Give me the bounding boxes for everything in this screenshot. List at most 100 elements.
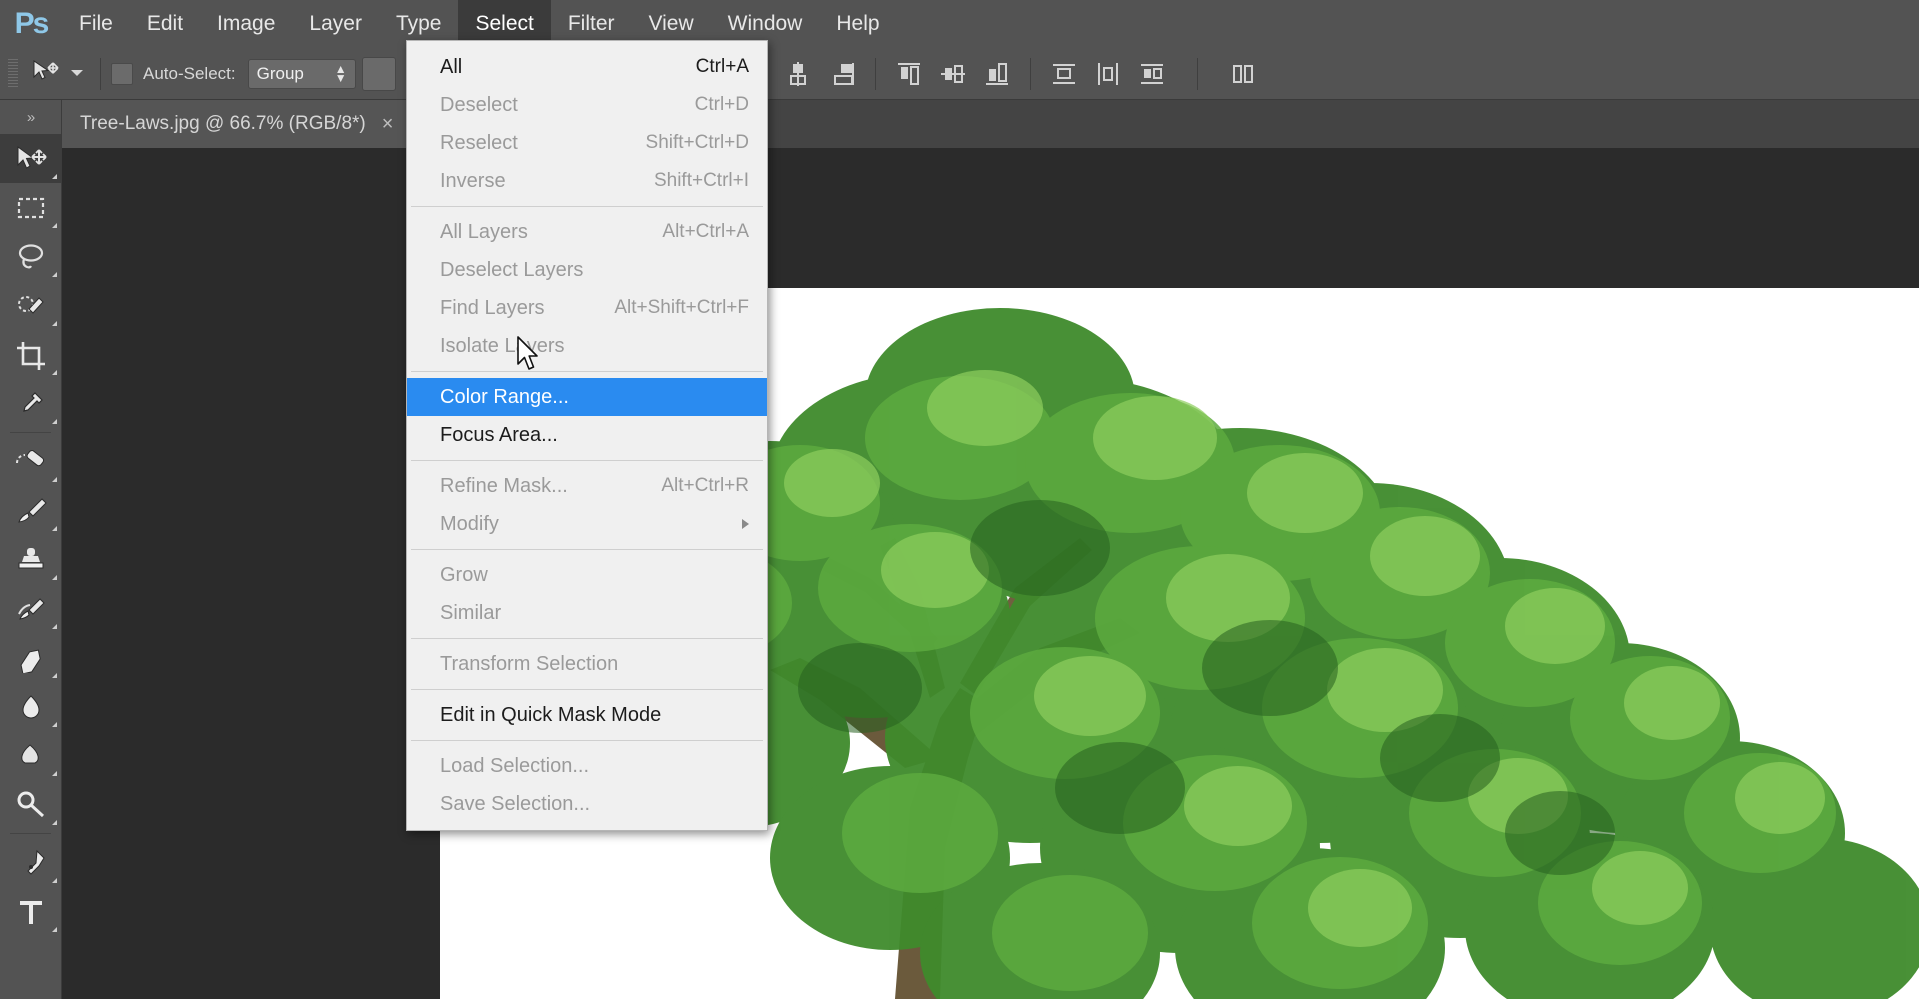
tool-more-indicator-icon [52, 419, 57, 424]
menubar-item-file[interactable]: File [62, 0, 130, 48]
menubar-item-edit[interactable]: Edit [130, 0, 200, 48]
tool-more-indicator-icon [52, 624, 57, 629]
submenu-arrow-icon [742, 519, 749, 529]
menu-item-shortcut: Alt+Ctrl+A [662, 221, 749, 243]
menu-item-label: Inverse [440, 170, 506, 193]
stepper-arrows-icon[interactable]: ▲▼ [335, 65, 347, 83]
menu-item-isolate-layers[interactable]: Isolate Layers [407, 327, 767, 365]
tool-more-indicator-icon [52, 223, 57, 228]
menu-item-find-layers[interactable]: Find LayersAlt+Shift+Ctrl+F [407, 289, 767, 327]
menu-item-similar[interactable]: Similar [407, 594, 767, 632]
select-menu-dropdown[interactable]: All Ctrl+A DeselectCtrl+D Reselect Shift+Ctr… [406, 40, 768, 831]
menu-item-shortcut: Shift+Ctrl+D [646, 132, 749, 154]
tool-eyedropper[interactable] [0, 379, 61, 428]
tool-move[interactable] [0, 134, 61, 183]
menu-item-grow[interactable]: Grow [407, 556, 767, 594]
menu-item-inverse[interactable]: Inverse Shift+Ctrl+I [407, 162, 767, 200]
tool-more-indicator-icon [52, 771, 57, 776]
tool-eraser[interactable] [0, 633, 61, 682]
menu-item-all-layers[interactable]: All LayersAlt+Ctrl+A [407, 213, 767, 251]
menu-item-deselect[interactable]: DeselectCtrl+D [407, 86, 767, 124]
menu-item-label: Transform Selection [440, 653, 618, 676]
align-vertical-centers-icon[interactable] [938, 59, 968, 89]
distribute-top-edges-icon[interactable] [1049, 59, 1079, 89]
menu-item-reselect[interactable]: Reselect Shift+Ctrl+D [407, 124, 767, 162]
tool-brush[interactable] [0, 486, 61, 535]
menu-item-color-range[interactable]: Color Range... [407, 378, 767, 416]
tool-type[interactable] [0, 887, 61, 936]
document-tab[interactable]: Tree-Laws.jpg @ 66.7% (RGB/8*) × [62, 100, 410, 148]
menu-item-all[interactable]: All Ctrl+A [407, 48, 767, 86]
auto-select-scope-dropdown[interactable]: Group ▲▼ [248, 59, 356, 89]
menu-item-label: Deselect Layers [440, 259, 583, 282]
menu-item-shortcut: Alt+Ctrl+R [661, 475, 749, 497]
menubar-item-layer[interactable]: Layer [292, 0, 379, 48]
menu-item-shortcut: Ctrl+A [696, 56, 749, 78]
show-transform-controls-button[interactable] [362, 57, 396, 91]
menu-item-transform-selection[interactable]: Transform Selection [407, 645, 767, 683]
photoshop-logo-icon: Ps [0, 0, 62, 48]
menu-separator [411, 689, 763, 690]
menu-item-label: Isolate Layers [440, 335, 565, 358]
active-tool-preset-picker[interactable] [24, 58, 90, 89]
menu-item-deselect-layers[interactable]: Deselect Layers [407, 251, 767, 289]
tools-divider [10, 432, 51, 433]
align-distribute-toolbar [739, 58, 1258, 90]
menu-item-modify[interactable]: Modify [407, 505, 767, 543]
options-divider [100, 58, 101, 90]
tool-healing-brush[interactable] [0, 437, 61, 486]
distribute-vertical-centers-icon[interactable] [1093, 59, 1123, 89]
menu-item-shortcut: Shift+Ctrl+I [654, 170, 749, 192]
chevron-down-icon[interactable] [70, 65, 84, 83]
menu-item-refine-mask[interactable]: Refine Mask...Alt+Ctrl+R [407, 467, 767, 505]
menubar-item-image[interactable]: Image [200, 0, 292, 48]
align-divider-3 [1197, 58, 1198, 90]
align-divider-2 [1030, 58, 1031, 90]
menu-item-edit-in-quick-mask-mode[interactable]: Edit in Quick Mask Mode [407, 696, 767, 734]
menu-item-label: Grow [440, 564, 488, 587]
align-distribute-more-icon[interactable] [1228, 59, 1258, 89]
menu-bar: Ps FileEditImageLayerTypeSelectFilterVie… [0, 0, 1919, 48]
tool-more-indicator-icon [52, 575, 57, 580]
menu-item-label: All [440, 56, 462, 79]
menubar-item-help[interactable]: Help [819, 0, 896, 48]
menu-item-label: Find Layers [440, 297, 545, 320]
tool-clone-stamp[interactable] [0, 535, 61, 584]
tool-quick-selection[interactable] [0, 281, 61, 330]
options-bar-grip[interactable] [8, 59, 18, 89]
tool-more-indicator-icon [52, 526, 57, 531]
align-right-edges-icon[interactable] [827, 59, 857, 89]
canvas-workspace[interactable]: ZC [62, 148, 1919, 999]
menu-item-label: Save Selection... [440, 793, 590, 816]
auto-select-scope-value: Group [257, 64, 304, 84]
menu-item-label: Edit in Quick Mask Mode [440, 704, 661, 727]
menu-separator [411, 740, 763, 741]
tool-history-brush[interactable] [0, 584, 61, 633]
menu-item-label: Reselect [440, 132, 518, 155]
tool-dodge[interactable] [0, 780, 61, 829]
tool-more-indicator-icon [52, 722, 57, 727]
tool-pen[interactable] [0, 838, 61, 887]
tool-more-indicator-icon [52, 321, 57, 326]
mouse-cursor-icon [516, 336, 542, 379]
auto-select-checkbox[interactable] [111, 63, 133, 85]
tool-lasso[interactable] [0, 232, 61, 281]
close-icon[interactable]: × [382, 114, 394, 134]
align-horizontal-centers-icon[interactable] [783, 59, 813, 89]
menu-item-label: Modify [440, 513, 499, 536]
menu-item-focus-area[interactable]: Focus Area... [407, 416, 767, 454]
align-bottom-edges-icon[interactable] [982, 59, 1012, 89]
tool-more-indicator-icon [52, 878, 57, 883]
menu-item-load-selection[interactable]: Load Selection... [407, 747, 767, 785]
menu-item-label: Load Selection... [440, 755, 589, 778]
collapse-tools-panel-button[interactable]: » [0, 100, 61, 134]
distribute-bottom-edges-icon[interactable] [1137, 59, 1167, 89]
menu-item-label: Color Range... [440, 386, 569, 409]
tool-gradient[interactable] [0, 682, 61, 731]
menu-item-label: Deselect [440, 94, 518, 117]
menu-item-save-selection[interactable]: Save Selection... [407, 785, 767, 823]
tool-crop[interactable] [0, 330, 61, 379]
tool-blur[interactable] [0, 731, 61, 780]
tool-rectangular-marquee[interactable] [0, 183, 61, 232]
align-top-edges-icon[interactable] [894, 59, 924, 89]
